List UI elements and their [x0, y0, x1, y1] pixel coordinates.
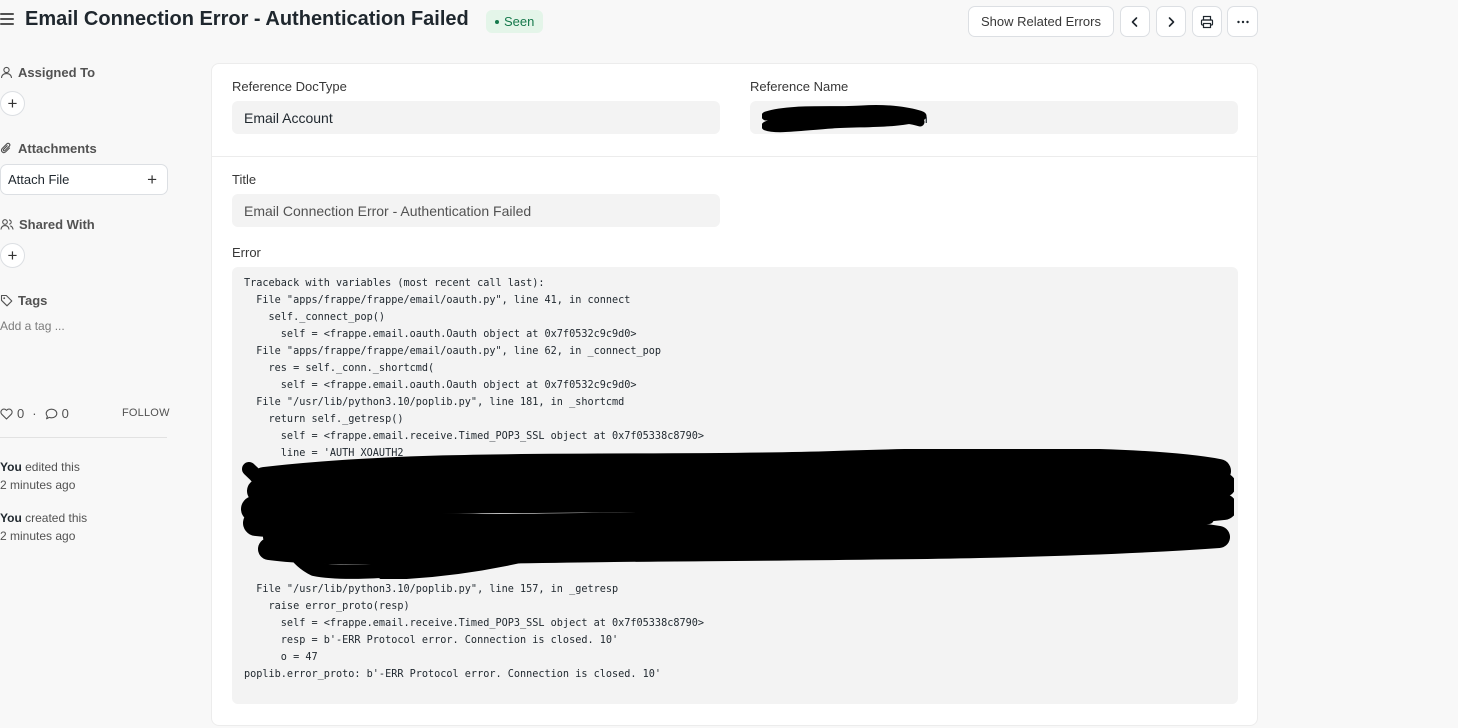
assigned-to-label: Assigned To [18, 65, 96, 80]
chevron-left-icon [1131, 16, 1138, 27]
plus-icon: + [147, 169, 157, 189]
activity-item: You created this 2 minutes ago [0, 509, 87, 545]
attach-file-button[interactable]: Attach File + [0, 164, 168, 195]
status-badge: Seen [486, 10, 544, 33]
reference-name-label: Reference Name [750, 79, 849, 94]
follow-button[interactable]: FOLLOW [122, 407, 170, 419]
more-actions-button[interactable] [1227, 6, 1258, 37]
tag-icon [0, 294, 13, 307]
title-label: Title [232, 172, 257, 187]
reference-doctype-label: Reference DocType [232, 79, 347, 94]
activity-item: You edited this 2 minutes ago [0, 458, 80, 494]
activity-action: edited this [25, 460, 80, 474]
page-title: Email Connection Error - Authentication … [25, 8, 469, 30]
show-related-errors-button[interactable]: Show Related Errors [968, 6, 1114, 37]
add-assignee-button[interactable]: + [0, 91, 25, 116]
tags-section: Tags [0, 293, 47, 308]
status-text: Seen [504, 14, 535, 29]
assigned-to-section: Assigned To [0, 65, 95, 80]
activity-actor: You [0, 511, 22, 525]
status-dot [495, 19, 499, 24]
section-divider [212, 156, 1257, 157]
form-card: Reference DocType Email Account Referenc… [211, 63, 1258, 726]
like-count: 0 [17, 406, 25, 421]
shared-with-label: Shared With [19, 217, 95, 232]
print-button[interactable] [1192, 6, 1222, 37]
activity-action: created this [25, 511, 88, 525]
heart-icon[interactable] [0, 408, 13, 420]
attachments-section: Attachments [0, 141, 97, 156]
separator-dot: · [32, 406, 37, 421]
activity-time: 2 minutes ago [0, 529, 76, 543]
error-label: Error [232, 245, 261, 260]
user-icon [0, 66, 13, 79]
chevron-right-icon [1168, 16, 1175, 27]
shared-with-section: Shared With [0, 217, 95, 232]
add-share-button[interactable]: + [0, 243, 25, 268]
activity-time: 2 minutes ago [0, 478, 76, 492]
next-doc-button[interactable] [1156, 6, 1186, 37]
redaction-scribble [762, 105, 927, 133]
ellipsis-icon [1236, 20, 1249, 23]
reference-doctype-field[interactable]: Email Account [232, 101, 720, 134]
title-field[interactable]: Email Connection Error - Authentication … [232, 194, 720, 227]
printer-icon [1200, 15, 1214, 28]
previous-doc-button[interactable] [1120, 6, 1150, 37]
attachments-label: Attachments [18, 141, 97, 156]
users-icon [0, 219, 14, 230]
redaction-scribble [241, 449, 1234, 579]
paperclip-icon [0, 142, 11, 154]
tags-label: Tags [18, 293, 48, 308]
activity-actor: You [0, 460, 22, 474]
attach-file-label: Attach File [8, 172, 70, 187]
sidebar-divider [0, 437, 167, 438]
comment-count: 0 [61, 406, 69, 421]
likes-comments: 0 · 0 [0, 406, 69, 421]
comment-icon[interactable] [45, 408, 58, 420]
add-tag-input[interactable]: Add a tag ... [0, 319, 65, 333]
sidebar-toggle-icon[interactable] [0, 13, 14, 27]
